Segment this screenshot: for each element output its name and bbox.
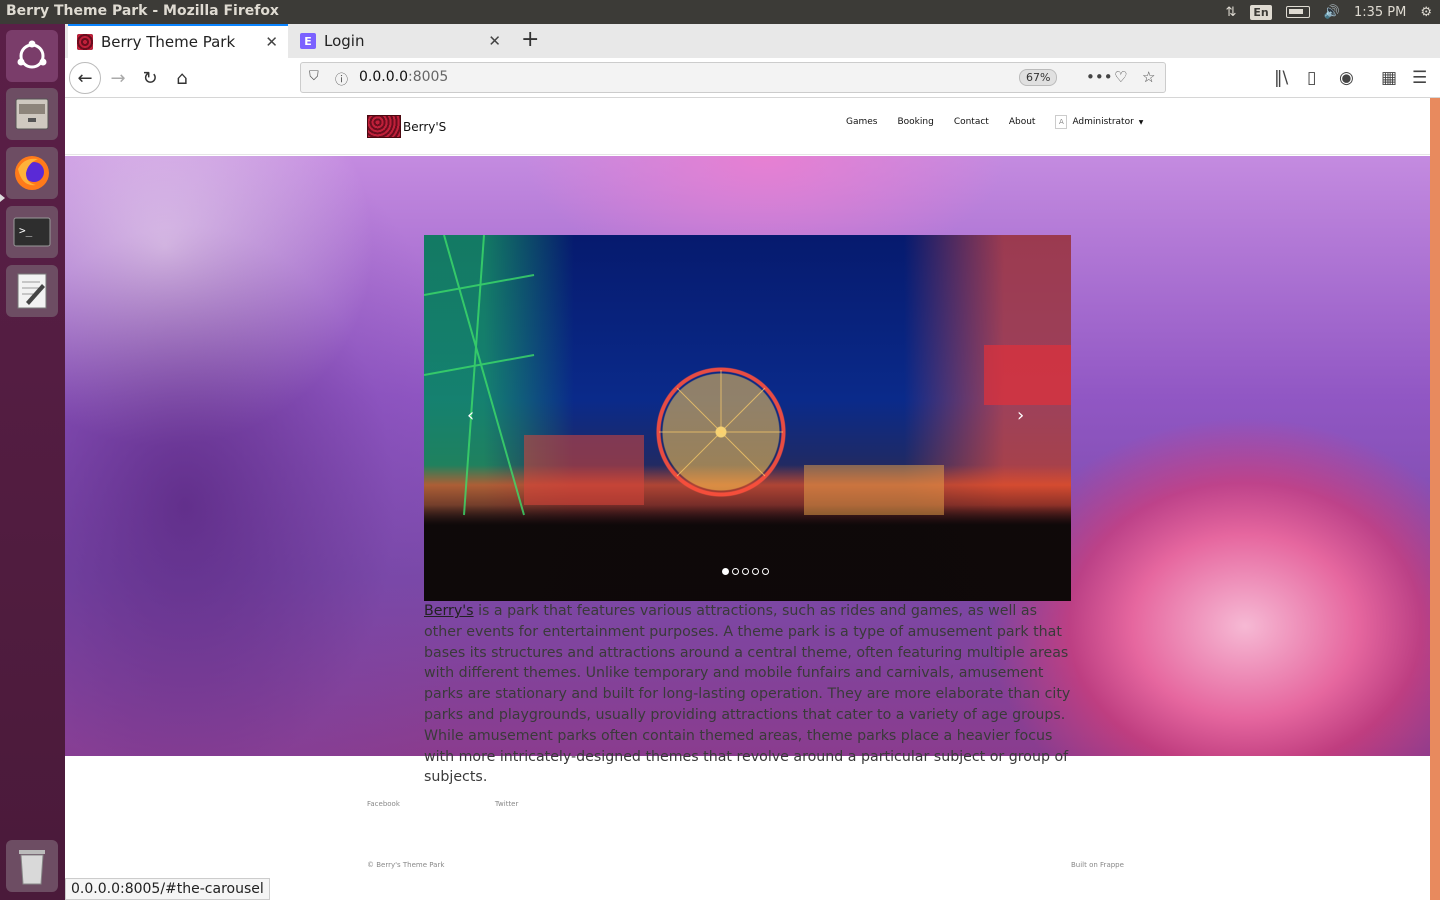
home-button[interactable]: ⌂ — [166, 62, 198, 94]
app-launcher: >_ — [0, 24, 65, 900]
network-icon[interactable]: ⇅ — [1226, 5, 1237, 20]
nav-games[interactable]: Games — [846, 117, 877, 127]
new-tab-button[interactable]: + — [521, 27, 539, 52]
image-carousel[interactable]: ‹ › — [424, 235, 1071, 601]
url-text[interactable]: 0.0.0.0:8005 — [359, 69, 448, 85]
user-menu[interactable]: A Administrator ▼ — [1055, 115, 1143, 129]
keyboard-layout-indicator[interactable]: En — [1250, 4, 1272, 20]
site-navbar: Berry'S Games Booking Contact About A Ad… — [65, 98, 1430, 155]
erpnext-favicon-icon: E — [300, 33, 316, 49]
tab-login[interactable]: E Login ✕ — [291, 24, 511, 58]
terminal-app-icon[interactable]: >_ — [6, 206, 58, 258]
trash-icon — [19, 850, 45, 885]
avatar: A — [1055, 115, 1068, 129]
file-cabinet-icon — [15, 98, 49, 130]
terminal-icon: >_ — [13, 217, 51, 247]
footer-facebook-link[interactable]: Facebook — [367, 800, 400, 808]
clock[interactable]: 1:35 PM — [1354, 5, 1406, 20]
bookmark-star-icon[interactable]: ☆ — [1142, 68, 1155, 86]
nav-about[interactable]: About — [1009, 117, 1036, 127]
svg-text:>_: >_ — [19, 224, 33, 237]
system-top-bar: Berry Theme Park - Mozilla Firefox ⇅ En … — [0, 0, 1440, 24]
built-on-link[interactable]: Built on Frappe — [1071, 861, 1124, 869]
files-app-icon[interactable] — [6, 88, 58, 140]
battery-icon[interactable] — [1285, 6, 1310, 18]
hero-background: ‹ › Berry's is a park that features vari… — [65, 156, 1430, 785]
carousel-indicator[interactable] — [742, 568, 749, 575]
carousel-indicator[interactable] — [762, 568, 769, 575]
user-menu-label: Administrator — [1072, 117, 1134, 127]
forward-button[interactable]: → — [102, 62, 134, 94]
trash-app-icon[interactable] — [6, 840, 58, 892]
site-nav-links: Games Booking Contact About A Administra… — [846, 115, 1143, 129]
volume-icon[interactable]: 🔊 — [1324, 5, 1340, 20]
tab-label: Login — [324, 32, 365, 50]
text-editor-icon — [17, 273, 47, 309]
page-scrollbar[interactable] — [1430, 98, 1440, 900]
menu-hamburger-icon[interactable]: ☰ — [1412, 68, 1427, 88]
berry-favicon-icon — [77, 34, 93, 50]
system-tray: ⇅ En 🔊 1:35 PM ⚙ — [1226, 0, 1432, 24]
text-editor-app-icon[interactable] — [6, 265, 58, 317]
close-tab-icon[interactable]: ✕ — [488, 32, 501, 50]
status-bar-url: 0.0.0.0:8005/#the-carousel — [65, 878, 270, 900]
web-page: Berry'S Games Booking Contact About A Ad… — [65, 98, 1430, 900]
copyright-text: © Berry's Theme Park — [367, 861, 445, 869]
carousel-next-icon[interactable]: › — [1017, 405, 1024, 426]
close-tab-icon[interactable]: ✕ — [265, 33, 278, 51]
footer-social-links: Facebook Twitter — [367, 800, 518, 808]
sidebar-icon[interactable]: ▯ — [1307, 68, 1316, 88]
carousel-slide-image — [424, 235, 1071, 516]
browser-nav-bar: ← → ↻ ⌂ ⛉ ⓘ 0.0.0.0:8005 67% ••• ♡ ☆ ‖\ … — [65, 58, 1440, 98]
firefox-app-icon[interactable] — [6, 147, 58, 199]
carousel-indicators — [722, 568, 769, 575]
footer-twitter-link[interactable]: Twitter — [495, 800, 518, 808]
window-title: Berry Theme Park - Mozilla Firefox — [6, 3, 279, 19]
back-button[interactable]: ← — [69, 62, 101, 94]
system-gear-icon[interactable]: ⚙ — [1420, 5, 1432, 20]
carousel-indicator[interactable] — [752, 568, 759, 575]
tab-berry-theme-park[interactable]: Berry Theme Park ✕ — [68, 24, 288, 58]
nav-contact[interactable]: Contact — [954, 117, 989, 127]
firefox-logo-icon — [15, 156, 49, 190]
carousel-indicator[interactable] — [722, 568, 729, 575]
park-description: Berry's is a park that features various … — [424, 603, 1071, 786]
berrys-link[interactable]: Berry's — [424, 603, 474, 619]
extensions-icon[interactable]: ▦ — [1381, 68, 1397, 88]
ubuntu-dash-button[interactable] — [6, 30, 58, 82]
brand-name: Berry'S — [403, 119, 447, 134]
pocket-icon[interactable]: ♡ — [1114, 68, 1127, 86]
carousel-indicator[interactable] — [732, 568, 739, 575]
caret-down-icon: ▼ — [1138, 118, 1144, 126]
address-bar[interactable]: ⛉ ⓘ 0.0.0.0:8005 67% ••• ♡ ☆ — [300, 62, 1166, 93]
site-brand[interactable]: Berry'S — [367, 115, 446, 138]
ubuntu-logo-icon — [17, 40, 47, 69]
berry-logo-image — [367, 115, 401, 138]
page-actions-icon[interactable]: ••• — [1086, 68, 1113, 86]
library-icon[interactable]: ‖\ — [1274, 68, 1288, 88]
reload-button[interactable]: ↻ — [134, 62, 166, 94]
carousel-prev-icon[interactable]: ‹ — [467, 405, 474, 426]
nav-booking[interactable]: Booking — [897, 117, 933, 127]
tab-label: Berry Theme Park — [101, 33, 236, 51]
account-icon[interactable]: ◉ — [1339, 68, 1354, 88]
site-info-icon[interactable]: ⓘ — [335, 69, 348, 88]
tracking-shield-icon[interactable]: ⛉ — [309, 69, 319, 84]
firefox-running-indicator — [0, 194, 5, 202]
zoom-level-badge[interactable]: 67% — [1019, 69, 1058, 86]
browser-tab-strip: Berry Theme Park ✕ E Login ✕ + — [65, 24, 1440, 58]
